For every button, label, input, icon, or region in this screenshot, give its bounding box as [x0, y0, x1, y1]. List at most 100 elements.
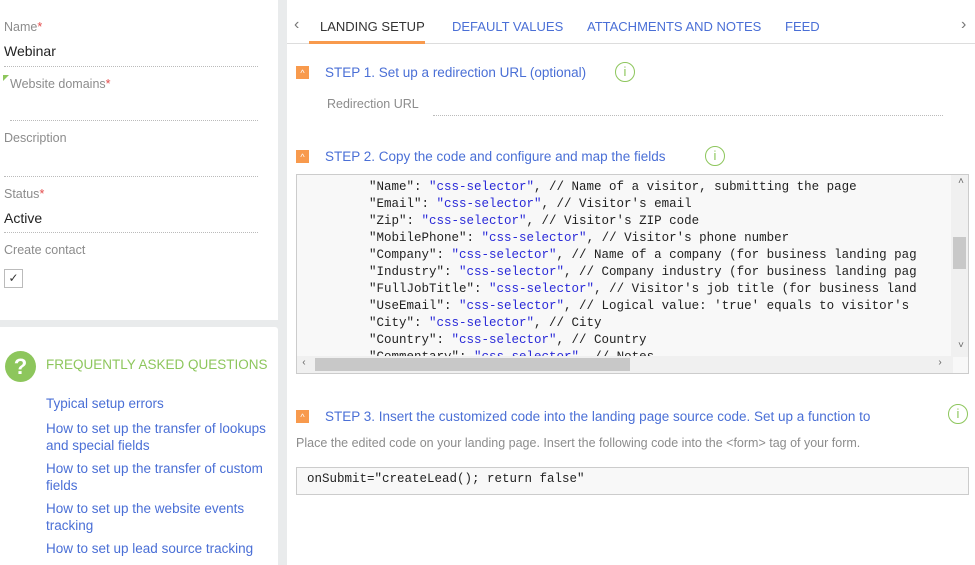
create-contact-checkbox[interactable]: ✓ [4, 269, 23, 288]
code-string: "css-selector" [429, 180, 535, 194]
code-line: "MobilePhone": "css-selector", // Visito… [369, 230, 917, 247]
redirection-url-input[interactable] [433, 115, 943, 116]
name-value[interactable]: Webinar [4, 43, 258, 59]
code-text: "Country": [369, 333, 452, 347]
code-text: , // Visitor's phone number [586, 231, 790, 245]
required-mark: * [105, 77, 111, 91]
tab-feed[interactable]: FEED [785, 19, 820, 34]
chevron-left-icon[interactable]: ‹ [294, 16, 299, 34]
code-line: "Country": "css-selector", // Country [369, 332, 917, 349]
collapse-icon[interactable]: ^ [296, 66, 309, 79]
code-text: , // Visitor's job title (for business l… [594, 282, 917, 296]
scroll-thumb[interactable] [315, 358, 630, 371]
code-text: "Company": [369, 248, 452, 262]
code-line: "UseEmail": "css-selector", // Logical v… [369, 298, 917, 315]
faq-link[interactable]: How to set up the transfer of custom fie… [46, 460, 266, 494]
required-mark: * [37, 20, 43, 34]
faq-link[interactable]: How to set up lead source tracking [46, 540, 266, 557]
info-icon[interactable]: i [948, 404, 968, 424]
scroll-down-icon[interactable]: ˅ [958, 341, 964, 352]
collapse-icon[interactable]: ^ [296, 150, 309, 163]
code-line: "Email": "css-selector", // Visitor's em… [369, 196, 917, 213]
faq-link[interactable]: How to set up the website events trackin… [46, 500, 266, 534]
code-text: "UseEmail": [369, 299, 460, 313]
faq-link[interactable]: How to set up the transfer of lookups an… [46, 420, 266, 454]
code-text: "City": [369, 316, 430, 330]
code-string: "css-selector" [481, 231, 587, 245]
code-text: , // Country [556, 333, 647, 347]
collapse-icon[interactable]: ^ [296, 410, 309, 423]
code-editor[interactable]: "Name": "css-selector", // Name of a vis… [296, 174, 969, 374]
code-string: "css-selector" [451, 333, 557, 347]
status-value[interactable]: Active [4, 210, 258, 226]
code-string: "css-selector" [451, 248, 557, 262]
status-field[interactable]: Status* Active [4, 187, 258, 233]
question-icon: ? [5, 351, 36, 382]
code-string: "css-selector" [459, 265, 565, 279]
code-text: "Name": [369, 180, 430, 194]
code-text: , // Logical value: 'true' equals to vis… [564, 299, 910, 313]
tab-landing-setup[interactable]: LANDING SETUP [320, 19, 425, 34]
faq-title: FREQUENTLY ASKED QUESTIONS [46, 357, 268, 372]
info-icon[interactable]: i [615, 62, 635, 82]
code-line: "Company": "css-selector", // Name of a … [369, 247, 917, 264]
info-icon[interactable]: i [705, 146, 725, 166]
code-text: "Zip": [369, 214, 422, 228]
main-panel: ‹ LANDING SETUP DEFAULT VALUES ATTACHMEN… [287, 0, 975, 565]
faq-link[interactable]: Typical setup errors [46, 395, 266, 412]
record-form: Name* Webinar Website domains* Descripti… [0, 0, 278, 320]
chevron-right-icon[interactable]: › [961, 16, 966, 34]
redirection-url-label: Redirection URL [327, 97, 419, 111]
step1-header[interactable]: ^ STEP 1. Set up a redirection URL (optio… [296, 65, 586, 80]
code-string: "css-selector" [489, 282, 595, 296]
required-mark: * [39, 187, 45, 201]
code-text: , // Company industry (for business land… [564, 265, 917, 279]
code-line: "FullJobTitle": "css-selector", // Visit… [369, 281, 917, 298]
scroll-up-icon[interactable]: ˄ [958, 177, 964, 188]
code-text: , // City [534, 316, 602, 330]
step3-description: Place the edited code on your landing pa… [296, 436, 861, 450]
code-line: "Industry": "css-selector", // Company i… [369, 264, 917, 281]
code-string: "css-selector" [421, 214, 527, 228]
tab-bar: ‹ LANDING SETUP DEFAULT VALUES ATTACHMEN… [287, 0, 975, 44]
marker-icon [3, 75, 9, 81]
description-field[interactable]: Description [4, 131, 258, 177]
step2-header[interactable]: ^ STEP 2. Copy the code and configure and… [296, 149, 665, 164]
step3-title: STEP 3. Insert the customized code into … [325, 409, 871, 424]
tab-attachments-and-notes[interactable]: ATTACHMENTS AND NOTES [587, 19, 761, 34]
code-text: "MobilePhone": [369, 231, 482, 245]
step1-title: STEP 1. Set up a redirection URL (option… [325, 65, 587, 80]
step3-code[interactable]: onSubmit="createLead(); return false" [296, 467, 969, 495]
vertical-scrollbar[interactable]: ˄ ˅ [951, 175, 968, 357]
create-contact-label: Create contact [4, 243, 86, 257]
website-domains-field[interactable]: Website domains* [10, 77, 258, 121]
status-label: Status [4, 187, 40, 201]
scroll-right-icon[interactable]: › [937, 358, 943, 369]
step2-title: STEP 2. Copy the code and configure and … [325, 149, 666, 164]
scroll-left-icon[interactable]: ‹ [301, 358, 307, 369]
code-string: "css-selector" [429, 316, 535, 330]
code-text: , // Name of a company (for business lan… [556, 248, 917, 262]
description-label: Description [4, 131, 67, 145]
tab-default-values[interactable]: DEFAULT VALUES [452, 19, 563, 34]
horizontal-scrollbar[interactable]: ‹ › [297, 356, 953, 373]
code-content[interactable]: "Name": "css-selector", // Name of a vis… [369, 179, 917, 366]
active-tab-indicator [309, 41, 425, 44]
code-string: "css-selector" [436, 197, 542, 211]
step3-header[interactable]: ^ STEP 3. Insert the customized code into… [296, 409, 870, 424]
faq-panel: ? FREQUENTLY ASKED QUESTIONS Typical set… [0, 327, 278, 565]
code-text: , // Name of a visitor, submitting the p… [534, 180, 857, 194]
code-line: "Name": "css-selector", // Name of a vis… [369, 179, 917, 196]
code-text: , // Visitor's email [541, 197, 692, 211]
website-domains-label: Website domains [10, 77, 106, 91]
scroll-thumb[interactable] [953, 237, 966, 269]
code-text: "Industry": [369, 265, 460, 279]
code-string: "css-selector" [459, 299, 565, 313]
name-label: Name [4, 20, 38, 34]
code-line: "Zip": "css-selector", // Visitor's ZIP … [369, 213, 917, 230]
code-text: , // Visitor's ZIP code [526, 214, 700, 228]
code-text: "Email": [369, 197, 437, 211]
name-field[interactable]: Name* Webinar [4, 20, 258, 67]
code-line: "City": "css-selector", // City [369, 315, 917, 332]
code-text: "FullJobTitle": [369, 282, 490, 296]
